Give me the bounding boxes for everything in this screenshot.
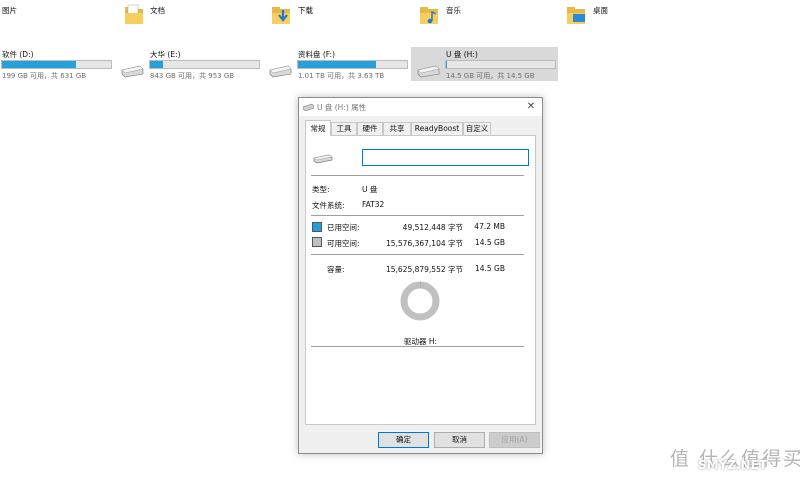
drive-f-usage-fill (298, 61, 377, 68)
used-space-size: 47.2 MB (474, 222, 505, 231)
desktop-folder-icon[interactable] (566, 4, 586, 26)
free-space-bytes: 15,576,367,104 字节 (385, 239, 463, 248)
usb-drive-icon (313, 154, 333, 164)
drive-e-icon[interactable] (120, 61, 144, 79)
free-space-size: 14.5 GB (474, 238, 505, 247)
capacity-size: 14.5 GB (474, 264, 505, 273)
drive-h-usage-bar (445, 60, 556, 69)
drive-d-usage-bar (1, 60, 112, 69)
free-space-label: 可用空间: (327, 239, 360, 248)
disk-usage-donut-chart (400, 281, 440, 321)
separator (311, 215, 524, 216)
folder-label-music[interactable]: 音乐 (446, 5, 461, 16)
drive-e-usage-fill (150, 61, 164, 68)
drive-f-info: 1.01 TB 可用，共 3.63 TB (298, 72, 385, 80)
tab-hardware[interactable]: 硬件 (357, 122, 383, 135)
drive-d-info: 199 GB 可用，共 631 GB (2, 72, 87, 80)
separator (311, 254, 524, 255)
drive-d-name[interactable]: 软件 (D:) (2, 49, 34, 60)
folder-label-documents[interactable]: 文档 (150, 5, 165, 16)
explorer-window: 图片 文档 下载 音乐 桌面 软件 (D:) 199 GB 可用，共 631 G… (0, 0, 800, 485)
folder-label-desktop[interactable]: 桌面 (593, 5, 608, 16)
cancel-button[interactable]: 取消 (434, 432, 485, 448)
drive-h-info: 14.5 GB 可用，共 14.5 GB (446, 72, 535, 80)
drive-e-usage-bar (149, 60, 260, 69)
filesystem-label: 文件系统: (312, 201, 345, 210)
tab-sharing[interactable]: 共享 (383, 122, 411, 135)
drive-f-name[interactable]: 资料盘 (F:) (298, 49, 335, 60)
type-value: U 盘 (362, 185, 378, 194)
music-folder-icon[interactable] (419, 4, 439, 26)
drive-h-name[interactable]: U 盘 (H:) (446, 49, 478, 60)
drive-f-icon[interactable] (268, 61, 292, 79)
tab-general[interactable]: 常规 (305, 120, 331, 136)
drive-e-name[interactable]: 大华 (E:) (150, 49, 181, 60)
drive-e-info: 843 GB 可用，共 953 GB (150, 72, 235, 80)
ok-button[interactable]: 确定 (378, 432, 429, 448)
tab-customize[interactable]: 自定义 (463, 122, 491, 135)
dialog-title: U 盘 (H:) 属性 (317, 103, 367, 112)
watermark: 值 什么值得买 SMYZ.NET (634, 440, 800, 485)
donut-free-segment (400, 281, 440, 321)
type-label: 类型: (312, 185, 330, 194)
dialog-titlebar[interactable]: U 盘 (H:) 属性 ✕ (299, 98, 542, 116)
downloads-folder-icon[interactable] (271, 4, 291, 26)
capacity-label: 容量: (327, 265, 345, 274)
drive-h-icon[interactable] (416, 61, 440, 79)
folder-label-pictures[interactable]: 图片 (2, 5, 17, 16)
separator (311, 346, 524, 347)
drive-f-usage-bar (297, 60, 408, 69)
apply-button[interactable]: 应用(A) (489, 432, 540, 448)
folder-label-downloads[interactable]: 下载 (298, 5, 313, 16)
usb-drive-title-icon (303, 103, 314, 111)
close-button[interactable]: ✕ (524, 100, 538, 114)
separator (311, 175, 524, 176)
used-space-bytes: 49,512,448 字节 (402, 223, 463, 232)
drive-d-usage-fill (2, 61, 77, 68)
capacity-bytes: 15,625,879,552 字节 (385, 265, 463, 274)
documents-folder-icon[interactable] (124, 4, 144, 26)
used-space-legend-swatch (312, 222, 322, 232)
properties-dialog: U 盘 (H:) 属性 ✕ 常规 工具 硬件 共享 ReadyBoost 自定义… (298, 97, 543, 454)
filesystem-value: FAT32 (362, 200, 385, 209)
watermark-bottom-text: SMYZ.NET (698, 458, 767, 472)
tab-readyboost[interactable]: ReadyBoost (411, 122, 463, 135)
used-space-label: 已用空间: (327, 223, 360, 232)
volume-name-input[interactable] (362, 149, 529, 166)
free-space-legend-swatch (312, 237, 322, 247)
tab-tools[interactable]: 工具 (331, 122, 357, 135)
